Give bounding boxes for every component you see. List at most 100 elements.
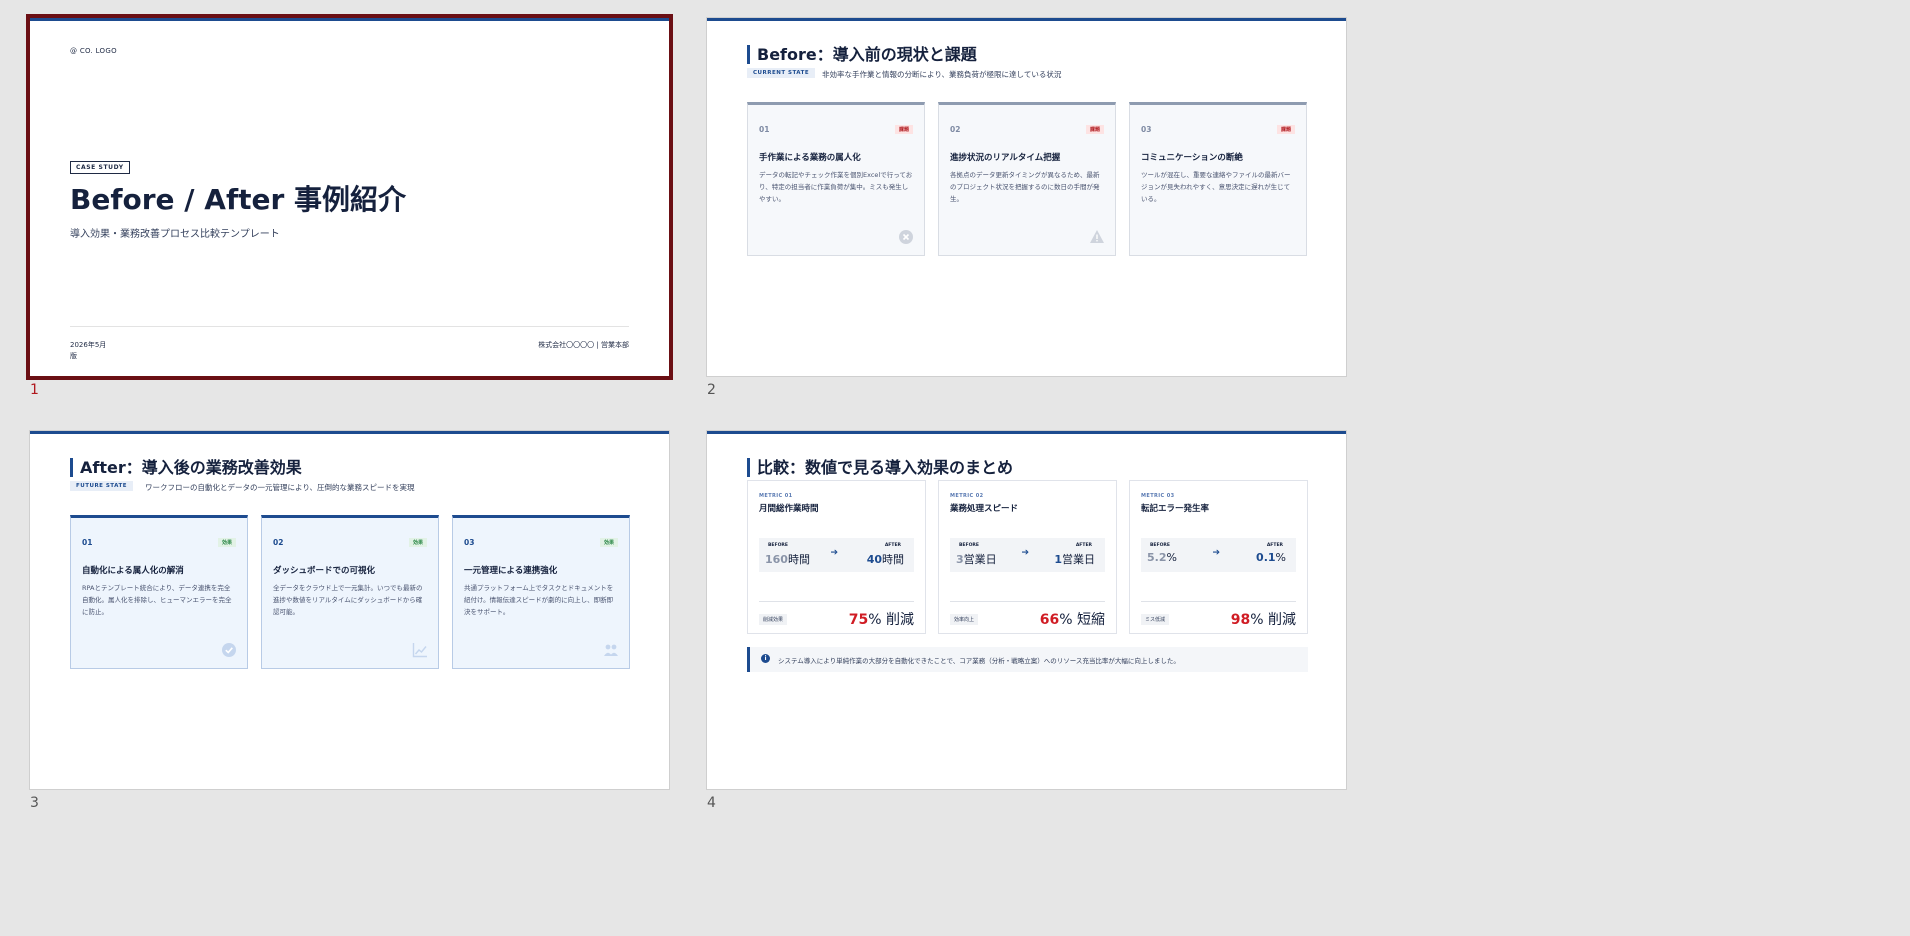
card-body: RPAとテンプレート統合により、データ連携を完全自動化。属人化を排除し、ヒューマ… xyxy=(82,584,232,616)
slide-thumbnail-4[interactable]: 比較：数値で見る導入効果のまとめ METRIC 01 月間総作業時間 BEFOR… xyxy=(706,430,1347,790)
metric-title: 月間総作業時間 xyxy=(759,504,819,514)
metric-comparison: BEFORE AFTER 3営業日 ➔ 1営業日 xyxy=(950,538,1105,572)
card-title: ダッシュボードでの可視化 xyxy=(273,566,376,576)
slide-thumbnail-1[interactable]: @ CO. LOGO CASE STUDY Before / After 事例紹… xyxy=(26,14,673,380)
issue-card: 02 課題 進捗状況のリアルタイム把握 各拠点のデータ更新タイミングが異なるため… xyxy=(938,102,1116,256)
card-body: ツールが混在し、重要な連絡やファイルの最新バージョンが見失われやすく、意思決定に… xyxy=(1141,171,1291,203)
before-value: 160時間 xyxy=(765,553,810,566)
issue-tag: 課題 xyxy=(894,125,913,134)
issue-card: 01 課題 手作業による業務の属人化 データの転記やチェック作業を個別Excel… xyxy=(747,102,925,256)
case-study-badge: CASE STUDY xyxy=(70,161,130,174)
after-value: 1営業日 xyxy=(1054,553,1095,566)
after-label: AFTER xyxy=(1266,543,1283,548)
issue-tag: 課題 xyxy=(1276,125,1295,134)
slide-number-3: 3 xyxy=(30,795,39,811)
card-number: 01 xyxy=(759,125,770,134)
chart-icon xyxy=(412,642,428,658)
card-number: 01 xyxy=(82,538,93,547)
before-label: BEFORE xyxy=(959,543,979,548)
divider xyxy=(950,601,1105,602)
x-circle-icon xyxy=(898,229,914,245)
arrow-right-icon: ➔ xyxy=(1212,548,1221,558)
after-value: 40時間 xyxy=(866,553,904,566)
slide-top-bar xyxy=(707,18,1346,21)
company-name: 株式会社〇〇〇〇 | 営業本部 xyxy=(538,341,629,349)
card-title: 一元管理による連携強化 xyxy=(464,566,558,576)
card-body: 共通プラットフォーム上でタスクとドキュメントを紐付け。情報伝達スピードが劇的に向… xyxy=(464,584,614,616)
slide-title: Before：導入前の現状と課題 xyxy=(747,45,977,64)
card-number: 02 xyxy=(273,538,284,547)
effect-card: 03 効果 一元管理による連携強化 共通プラットフォーム上でタスクとドキュメント… xyxy=(452,515,630,669)
slide-number-1: 1 xyxy=(30,382,39,398)
slide-top-bar xyxy=(30,18,669,21)
slide-number-4: 4 xyxy=(707,795,716,811)
effect-tag: 削減効果 xyxy=(759,614,788,625)
slide-title: 比較：数値で見る導入効果のまとめ xyxy=(747,458,1013,477)
divider xyxy=(759,601,914,602)
slide-date: 2026年5月版 xyxy=(70,341,107,360)
check-circle-icon xyxy=(221,642,237,658)
section-badge: FUTURE STATE xyxy=(70,481,133,491)
metric-result: 98% 削減 xyxy=(1230,612,1296,628)
slide-thumbnail-2[interactable]: Before：導入前の現状と課題 CURRENT STATE 非効率な手作業と情… xyxy=(706,17,1347,377)
arrow-right-icon: ➔ xyxy=(830,548,839,558)
metric-result: 75% 削減 xyxy=(848,612,914,628)
effect-card: 02 効果 ダッシュボードでの可視化 全データをクラウド上で一元集計。いつでも最… xyxy=(261,515,439,669)
metric-card: METRIC 01 月間総作業時間 BEFORE AFTER 160時間 ➔ 4… xyxy=(747,480,926,634)
card-body: 各拠点のデータ更新タイミングが異なるため、最新のプロジェクト状況を把握するのに数… xyxy=(950,171,1100,203)
after-value: 0.1% xyxy=(1256,551,1286,564)
slide-subtitle: 導入効果・業務改善プロセス比較テンプレート xyxy=(70,229,280,240)
summary-note-text: システム導入により単純作業の大部分を自動化できたことで、コア業務（分析・戦略立案… xyxy=(778,657,1180,665)
team-icon xyxy=(603,642,619,658)
slide-title: After：導入後の業務改善効果 xyxy=(70,458,302,477)
after-label: AFTER xyxy=(884,543,901,548)
summary-note: i システム導入により単純作業の大部分を自動化できたことで、コア業務（分析・戦略… xyxy=(747,647,1308,672)
divider xyxy=(1141,601,1296,602)
slide-thumbnail-3[interactable]: After：導入後の業務改善効果 FUTURE STATE ワークフローの自動化… xyxy=(29,430,670,790)
card-title: 自動化による属人化の解消 xyxy=(82,566,184,576)
effect-tag: 効率向上 xyxy=(950,614,979,625)
effect-tag: 効果 xyxy=(599,538,618,547)
metric-card: METRIC 02 業務処理スピード BEFORE AFTER 3営業日 ➔ 1… xyxy=(938,480,1117,634)
info-icon: i xyxy=(761,654,770,663)
card-number: 03 xyxy=(464,538,475,547)
card-body: データの転記やチェック作業を個別Excelで行っており、特定の担当者に作業負荷が… xyxy=(759,171,913,203)
after-label: AFTER xyxy=(1075,543,1092,548)
effect-tag: ミス低減 xyxy=(1141,614,1170,625)
metric-title: 転記エラー発生率 xyxy=(1141,504,1210,514)
issue-card: 03 課題 コミュニケーションの断絶 ツールが混在し、重要な連絡やファイルの最新… xyxy=(1129,102,1307,256)
section-description: 非効率な手作業と情報の分断により、業務負荷が極限に達している状況 xyxy=(822,70,1062,79)
card-number: 03 xyxy=(1141,125,1152,134)
metric-comparison: BEFORE AFTER 160時間 ➔ 40時間 xyxy=(759,538,914,572)
slide-title: Before / After 事例紹介 xyxy=(70,183,407,216)
company-logo: @ CO. LOGO xyxy=(70,47,117,55)
slide-top-bar xyxy=(30,431,669,434)
metric-label: METRIC 02 xyxy=(950,493,984,499)
issue-tag: 課題 xyxy=(1085,125,1104,134)
slide-number-2: 2 xyxy=(707,382,716,398)
before-label: BEFORE xyxy=(1150,543,1170,548)
section-description: ワークフローの自動化とデータの一元管理により、圧倒的な業務スピードを実現 xyxy=(145,483,415,492)
before-value: 5.2% xyxy=(1147,551,1177,564)
effect-tag: 効果 xyxy=(408,538,427,547)
card-number: 02 xyxy=(950,125,961,134)
card-body: 全データをクラウド上で一元集計。いつでも最新の進捗や数値をリアルタイムにダッシュ… xyxy=(273,584,423,616)
metric-card: METRIC 03 転記エラー発生率 BEFORE AFTER 5.2% ➔ 0… xyxy=(1129,480,1308,634)
card-title: 手作業による業務の属人化 xyxy=(759,153,861,163)
divider xyxy=(70,326,629,327)
arrow-right-icon: ➔ xyxy=(1021,548,1030,558)
before-label: BEFORE xyxy=(768,543,788,548)
metric-comparison: BEFORE AFTER 5.2% ➔ 0.1% xyxy=(1141,538,1296,572)
before-value: 3営業日 xyxy=(956,553,997,566)
warning-icon xyxy=(1089,229,1105,245)
section-badge: CURRENT STATE xyxy=(747,68,816,78)
metric-label: METRIC 01 xyxy=(759,493,793,499)
metric-result: 66% 短縮 xyxy=(1039,612,1105,628)
metric-title: 業務処理スピード xyxy=(950,504,1019,514)
effect-card: 01 効果 自動化による属人化の解消 RPAとテンプレート統合により、データ連携… xyxy=(70,515,248,669)
card-title: 進捗状況のリアルタイム把握 xyxy=(950,153,1061,163)
effect-tag: 効果 xyxy=(217,538,236,547)
card-title: コミュニケーションの断絶 xyxy=(1141,153,1243,163)
slide-top-bar xyxy=(707,431,1346,434)
metric-label: METRIC 03 xyxy=(1141,493,1175,499)
